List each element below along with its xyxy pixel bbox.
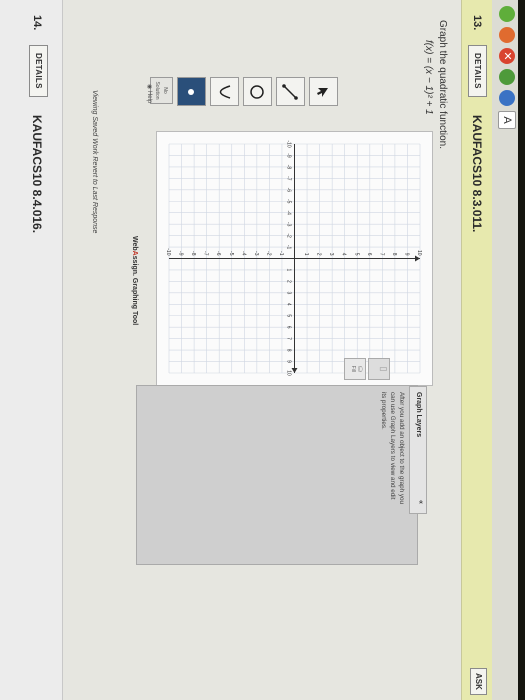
y-tick-label: -9 [178,251,184,256]
y-tick-label: 3 [328,253,334,256]
circle-tool[interactable] [243,77,272,106]
viewing-saved-work[interactable]: Viewing Saved Work Revert to Last Respon… [91,90,98,233]
x-tick-label: -10 [286,140,292,147]
collapse-icon[interactable]: « [417,500,424,504]
question-14-details-button[interactable]: DETAILS [29,45,48,97]
browser-icons: ✕ A [498,6,516,129]
y-tick-label: -8 [190,251,196,256]
profile-icon[interactable] [499,90,515,106]
x-tick-label: -7 [286,176,292,181]
question-13-header [461,0,492,700]
y-tick-label: -6 [215,251,221,256]
browser-toolbar: ✕ A [492,0,518,700]
logo-prefix: Web [131,236,138,251]
x-tick-label: 2 [286,280,292,283]
y-tick-label: -5 [228,251,234,256]
x-tick-label: 7 [286,337,292,340]
point-tool[interactable] [177,77,206,106]
parabola-icon [220,84,231,99]
y-tick-label: -10 [165,248,171,255]
y-tick-label: 4 [341,253,347,256]
parabola-tool[interactable] [210,77,239,106]
delete-button[interactable]: ▯ [368,358,390,380]
help-link[interactable]: ◉ Help [146,84,153,103]
close-circle-icon[interactable]: ✕ [499,48,515,64]
help-label: Help [146,90,152,104]
pointer-tool[interactable] [309,77,338,106]
y-axis-arrow [415,255,420,262]
line-icon [282,83,299,100]
leaf-icon[interactable] [499,69,515,85]
x-tick-label: 4 [286,303,292,306]
y-tick-label: -1 [278,251,284,256]
line-tool[interactable] [276,77,305,106]
y-tick-label: -3 [253,251,259,256]
arrow-cursor-icon [317,87,329,97]
y-tick-label: 9 [403,253,409,256]
graph-layers-title: Graph Layers [415,392,422,438]
extension-green-icon[interactable] [499,6,515,22]
ask-button[interactable]: ASK [470,668,487,695]
y-tick-label: -4 [240,251,246,256]
x-axis-arrow [291,368,298,373]
fill-bucket-icon: ⛀ [356,365,365,373]
x-tick-label: 9 [286,360,292,363]
x-tick-label: -1 [286,245,292,250]
x-tick-label: 10 [286,370,292,376]
x-tick-label: 6 [286,326,292,329]
logo-suffix: ssign. Graphing Tool [131,255,138,326]
y-tick-label: 5 [353,253,359,256]
fill-button[interactable]: ⛀ Fill [344,358,366,380]
graph-toolbar: No Solution [150,77,338,108]
no-solution-button[interactable]: No Solution [150,77,173,104]
screen: ✕ A 13. DETAILS KAUFACS10 8.3.011. ASK G… [0,0,525,700]
trash-icon: ▯ [379,366,389,372]
x-tick-label: -4 [286,210,292,215]
help-icon: ◉ [146,84,152,91]
x-tick-label: -9 [286,153,292,158]
no-solution-line2: Solution [154,81,160,100]
x-tick-label: -8 [286,165,292,170]
y-tick-label: 2 [316,253,322,256]
x-tick-label: -3 [286,222,292,227]
fill-label: Fill [350,365,356,373]
no-solution-line1: No [162,87,168,94]
function-expression: f(x) = (x − 1)² + 1 [423,40,434,115]
question-code: KAUFACS10 8.3.011. [470,115,484,233]
translate-icon[interactable]: A [498,111,516,129]
question-14-block [0,0,63,700]
question-prompt: Graph the quadratic function. [437,20,448,149]
coordinate-grid[interactable]: -10 -9 -8 -7 -6 -5 -4 -3 -2 -1 1 2 3 4 5 6 7 8 9 10 -10 -9 -8 -… [157,132,432,385]
question-14-number: 14. [31,15,43,31]
webassign-logo: WebAssign. Graphing Tool [131,236,138,325]
circle-icon [250,84,265,99]
x-tick-label: 3 [286,291,292,294]
x-tick-label: -6 [286,188,292,193]
graph-layers-panel [136,385,418,565]
x-tick-label: 8 [286,349,292,352]
point-icon [188,88,195,95]
page: ✕ A 13. DETAILS KAUFACS10 8.3.011. ASK G… [0,0,518,700]
graph-area[interactable]: -10 -9 -8 -7 -6 -5 -4 -3 -2 -1 1 2 3 4 5 6 7 8 9 10 -10 -9 -8 -… [156,131,433,386]
y-tick-label: -2 [265,251,271,256]
y-tick-label: 8 [391,253,397,256]
x-tick-label: 1 [286,269,292,272]
y-tick-label: 10 [416,250,422,256]
details-button[interactable]: DETAILS [468,45,487,97]
x-tick-label: -5 [286,199,292,204]
x-tick-label: -2 [286,233,292,238]
question-14-code: KAUFACS10 8.4.016. [30,115,44,234]
y-tick-label: 7 [378,253,384,256]
graph-layers-description: After you add an object to the graph you… [380,392,405,505]
y-tick-label: -7 [203,251,209,256]
x-tick-label: 5 [286,314,292,317]
y-tick-label: 6 [366,253,372,256]
question-number: 13. [471,15,483,31]
extension-orange-icon[interactable] [499,27,515,43]
y-tick-label: 1 [303,253,309,256]
